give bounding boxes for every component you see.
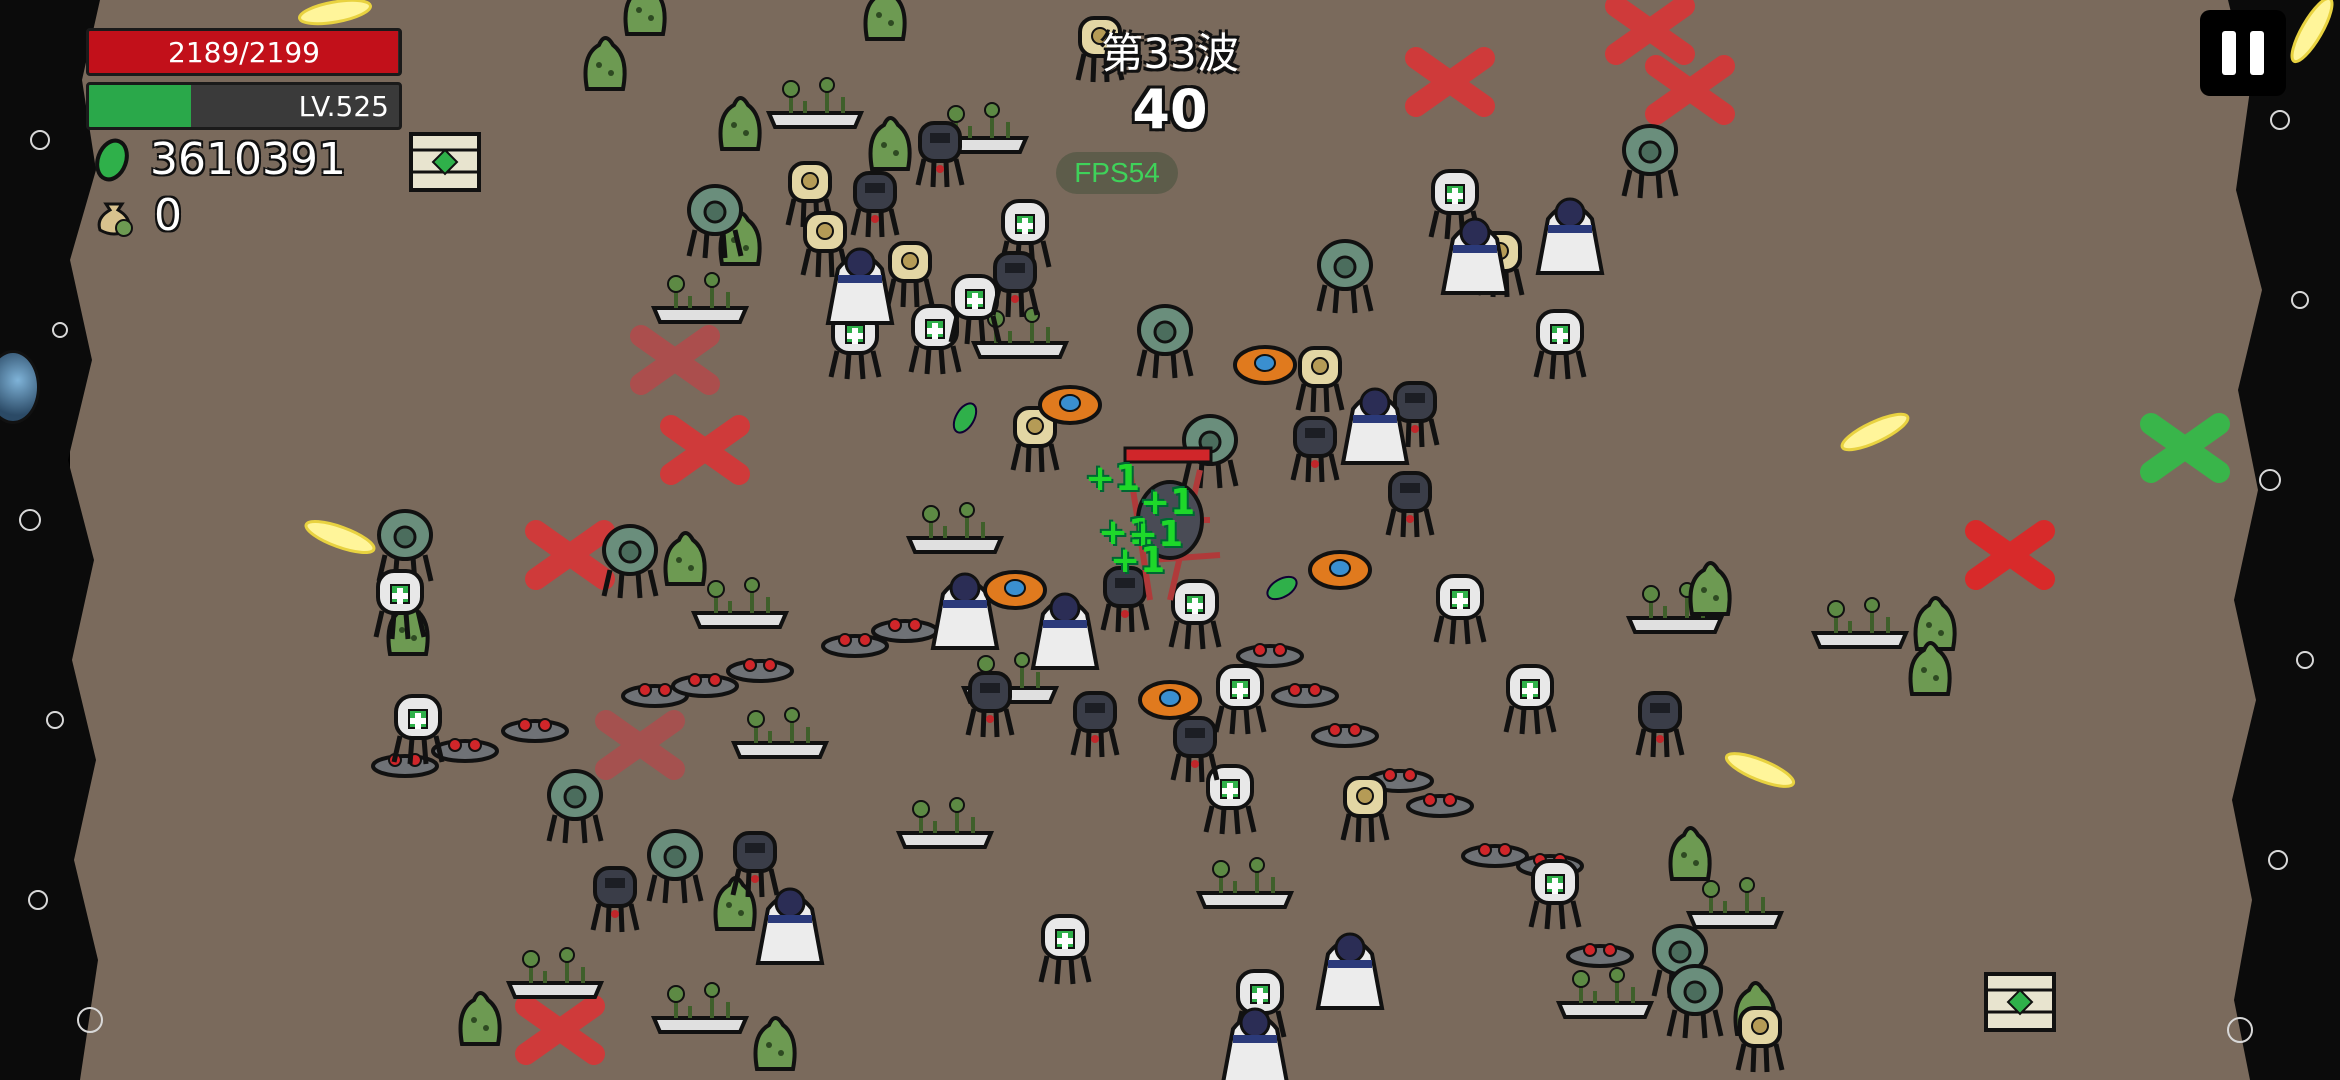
xp-bar: LV.525 <box>86 82 402 130</box>
xp-bar-fill <box>89 85 192 127</box>
level-text: LV.525 <box>298 89 389 123</box>
wave-label: 第33波 <box>1101 29 1239 78</box>
gold-value: 3610391 <box>150 134 346 185</box>
pause-button[interactable] <box>2200 10 2286 96</box>
bag-counter: 0 <box>92 190 182 241</box>
heal-number: +1 <box>1085 458 1141 499</box>
hp-bar: 2189/2199 <box>86 28 402 76</box>
supply-crate[interactable] <box>1984 972 2056 1032</box>
supply-crate[interactable] <box>409 132 481 192</box>
gold-counter: 3610391 <box>92 134 346 185</box>
pause-icon <box>2222 31 2236 75</box>
heal-number: +1 <box>1110 540 1166 581</box>
green-gem-icon <box>95 138 129 181</box>
pause-icon <box>2250 31 2264 75</box>
bag-value: 0 <box>154 190 182 241</box>
wave-timer: 40 <box>1132 78 1208 141</box>
hp-text: 2189/2199 <box>168 35 320 69</box>
money-bag-icon <box>97 202 133 237</box>
fps-indicator: FPS54 <box>1056 152 1178 194</box>
left-void-edge <box>0 0 100 1080</box>
